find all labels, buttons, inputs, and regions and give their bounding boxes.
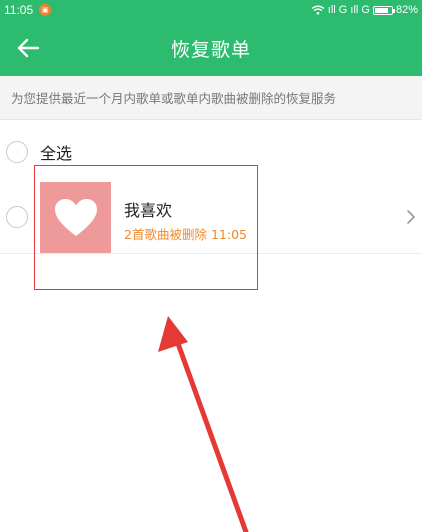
signal-indicator: ıll G ıll G — [327, 4, 370, 16]
app-bar: 恢复歌单 — [0, 20, 422, 76]
status-indicators: ıll G ıll G 82% — [311, 4, 418, 16]
info-banner-text: 为您提供最近一个月内歌单或歌单内歌曲被删除的恢复服务 — [11, 91, 337, 106]
battery-fill — [374, 7, 389, 13]
page-title: 恢复歌单 — [170, 38, 251, 61]
chevron-right-icon[interactable] — [404, 208, 418, 226]
battery-percent: 82% — [395, 4, 418, 16]
notification-icon: ▣ — [39, 4, 52, 16]
back-button[interactable] — [8, 28, 48, 68]
wifi-icon — [311, 5, 325, 15]
playlist-radio[interactable] — [6, 206, 28, 228]
playlist-name: 我喜欢 — [124, 201, 173, 220]
deleted-count-text: 2首歌曲被删除 — [124, 227, 207, 242]
playlist-item[interactable]: 我喜欢 2首歌曲被删除 11:05 — [0, 180, 422, 254]
deleted-time: 11:05 — [210, 227, 247, 242]
select-all-label: 全选 — [40, 144, 73, 163]
playlist-deleted-info: 2首歌曲被删除 11:05 — [124, 224, 247, 243]
status-bar: 11:05 ▣ ıll G ıll G 82% — [0, 0, 422, 20]
heart-icon — [54, 198, 97, 236]
status-time: 11:05 — [4, 3, 34, 17]
arrow-left-icon — [17, 38, 40, 58]
select-all-row[interactable]: 全选 — [0, 132, 422, 172]
select-all-radio[interactable] — [6, 141, 28, 163]
info-banner: 为您提供最近一个月内歌单或歌单内歌曲被删除的恢复服务 — [0, 76, 422, 120]
battery-icon — [372, 5, 395, 15]
playlist-cover — [40, 182, 111, 253]
